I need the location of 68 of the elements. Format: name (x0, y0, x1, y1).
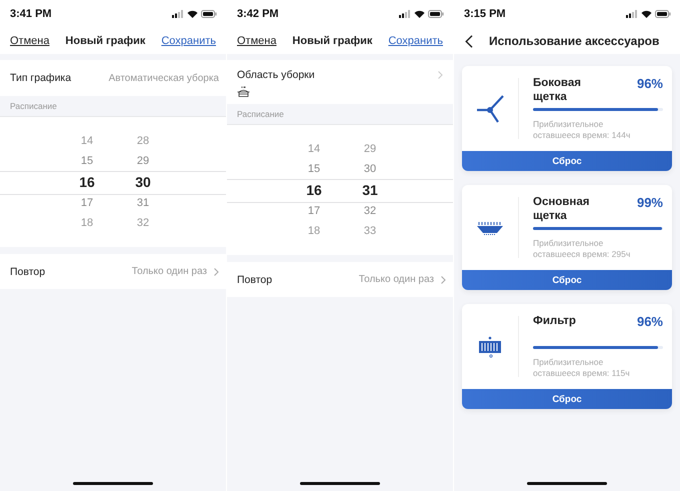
status-time: 3:41 PM (10, 8, 52, 20)
screen-title: Использование аксессуаров (489, 34, 660, 48)
picker-number: 16 (306, 181, 322, 200)
screen-title: Новый график (65, 35, 146, 47)
wifi-icon (187, 10, 198, 18)
picker-number: 33 (364, 224, 376, 239)
battery-icon (655, 10, 671, 18)
repeat-row[interactable]: Повтор Только один раз (0, 254, 226, 289)
picker-number: 18 (308, 224, 320, 239)
repeat-value: Только один раз (358, 274, 434, 285)
signal-icon (172, 10, 184, 18)
cancel-link[interactable]: Отмена (237, 35, 276, 47)
picker-number: 32 (136, 216, 150, 231)
side-brush-icon (476, 94, 504, 122)
battery-icon (428, 10, 444, 18)
time-picker[interactable]: 14 15 16 17 18 28 29 30 31 32 (0, 117, 226, 247)
picker-number: 14 (308, 142, 320, 157)
picker-number: 14 (80, 134, 94, 149)
percent-value: 96% (636, 76, 663, 91)
picker-number: 17 (308, 204, 320, 219)
save-link[interactable]: Сохранить (388, 35, 443, 47)
accessory-name: Фильтр (533, 314, 577, 328)
accessory-name: Основная щетка (533, 195, 590, 223)
picker-number: 15 (80, 154, 94, 169)
picker-number: 17 (80, 196, 94, 211)
picker-number: 29 (364, 142, 376, 157)
repeat-value: Только один раз (132, 266, 207, 277)
time-picker[interactable]: 14 15 16 17 18 29 30 31 32 33 (227, 125, 453, 255)
picker-number: 30 (364, 162, 376, 177)
picker-number: 32 (364, 204, 376, 219)
wifi-icon (641, 10, 652, 18)
wifi-icon (414, 10, 425, 18)
reset-button[interactable]: Сброс (462, 270, 672, 290)
status-time: 3:15 PM (464, 8, 506, 20)
picker-number: 31 (136, 196, 150, 211)
remaining-time: Приблизительное оставшееся время: 115ч (533, 357, 631, 379)
picker-number: 30 (135, 173, 151, 192)
section-header: Расписание (10, 101, 57, 111)
accessory-name: Боковая щетка (533, 76, 582, 104)
picker-number: 29 (136, 154, 150, 169)
remaining-time: Приблизительное оставшееся время: 295ч (533, 238, 632, 260)
percent-value: 96% (636, 314, 663, 329)
picker-number: 16 (79, 173, 95, 192)
picker-number: 18 (80, 216, 94, 231)
pot-icon (237, 86, 250, 98)
remaining-time: Приблизительное оставшееся время: 144ч (533, 119, 632, 141)
schedule-type-row[interactable]: Тип графика Автоматическая уборка (0, 60, 226, 96)
area-label: Область уборки (237, 69, 315, 81)
picker-number: 31 (362, 181, 378, 200)
screen-title: Новый график (292, 35, 372, 47)
percent-value: 99% (636, 195, 663, 210)
status-time: 3:42 PM (237, 8, 279, 20)
picker-number: 15 (308, 162, 320, 177)
signal-icon (399, 10, 411, 18)
cancel-link[interactable]: Отмена (10, 35, 50, 47)
main-brush-icon (477, 220, 503, 234)
signal-icon (626, 10, 638, 18)
save-link[interactable]: Сохранить (161, 35, 216, 47)
picker-number: 28 (136, 134, 150, 149)
repeat-row[interactable]: Повтор Только один раз (227, 262, 453, 297)
back-icon[interactable] (465, 34, 473, 48)
reset-button[interactable]: Сброс (462, 389, 672, 409)
filter-icon (478, 336, 502, 358)
section-header: Расписание (237, 109, 284, 119)
reset-button[interactable]: Сброс (462, 151, 672, 171)
battery-icon (201, 10, 217, 18)
chevron-icon (214, 268, 219, 276)
chevron-icon (441, 276, 446, 284)
